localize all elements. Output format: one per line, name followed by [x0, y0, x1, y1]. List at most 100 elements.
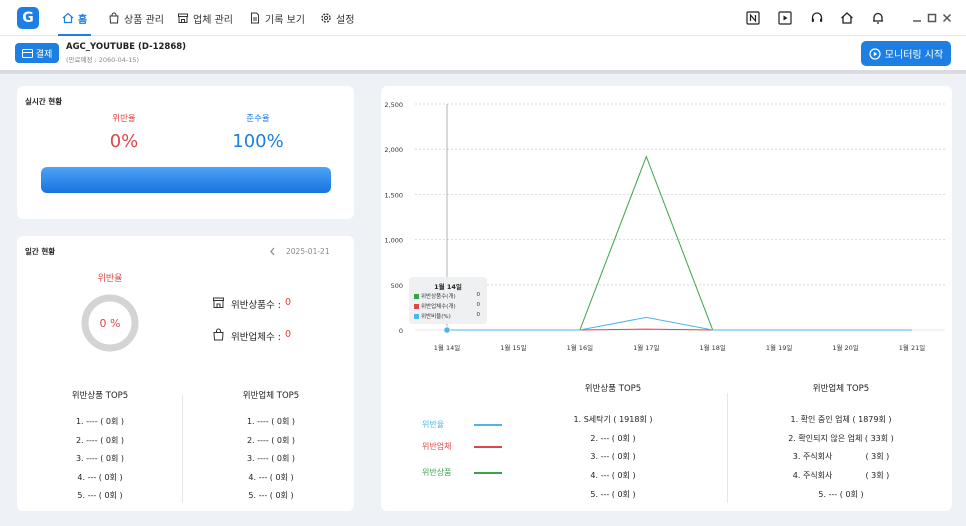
list-item: 1. 확인 중인 업체 ( 1879회 ) [790, 415, 892, 424]
legend-swatch [414, 304, 419, 309]
nav-settings[interactable]: 설정 [320, 0, 354, 36]
tooltip-row-value: 0 [476, 302, 481, 308]
home-icon [62, 12, 74, 24]
daily-top-products-title: 위반상품 TOP5 [71, 391, 129, 401]
pay-button[interactable]: 결제 [15, 43, 59, 63]
compliance-rate-value: 100% [232, 131, 284, 152]
divider [0, 70, 966, 74]
list-item: 3. --- ( 0회 ) [590, 452, 636, 461]
x-tick-label: 1월 19일 [766, 343, 792, 352]
list-item: 2. --- ( 0회 ) [590, 434, 636, 443]
x-tick-label: 1월 17일 [633, 343, 659, 352]
card-icon [21, 48, 33, 58]
gear-icon [321, 13, 331, 23]
youtube-icon[interactable] [778, 11, 792, 25]
tooltip-row: 위반상품수(개) 0 [414, 292, 484, 300]
store-icon [178, 13, 188, 23]
list-item: 4. --- ( 0회 ) [248, 473, 294, 482]
series-line [447, 316, 912, 331]
legend-label: 위반업체 [422, 442, 452, 451]
tooltip-row-label: 위반상품수(개) [421, 294, 456, 300]
y-tick-label: 1,500 [384, 191, 403, 199]
y-tick-label: 0 [399, 327, 403, 335]
list-item: 2. 확인되지 않은 업체 ( 33회 ) [788, 434, 894, 443]
realtime-card [17, 86, 354, 219]
violation-vendor-count-label: 위반업체수 : [231, 332, 281, 343]
close-icon[interactable] [940, 11, 954, 25]
nav-products[interactable]: 상품 관리 [108, 0, 164, 36]
maximize-icon[interactable] [925, 11, 939, 25]
series-line [447, 155, 912, 331]
tooltip-row-label: 위반업체수(개) [421, 304, 456, 310]
hover-point [443, 326, 451, 334]
x-tick-label: 1월 21일 [899, 343, 925, 352]
x-tick-label: 1월 14일 [434, 343, 460, 352]
tooltip-row-value: 0 [476, 292, 481, 298]
daily-rate-label: 위반율 [97, 274, 123, 284]
tooltip-row: 위반비율(%) 0 [414, 312, 484, 320]
minimize-icon[interactable] [910, 11, 924, 25]
legend-label: 위반상품 [422, 468, 452, 477]
account-bar: 결제 AGC_YOUTUBE (D-12868) (만료예정 : 2060-04… [0, 36, 966, 70]
y-tick-label: 2,500 [384, 101, 403, 109]
nav-label: 기록 보기 [265, 14, 305, 26]
violation-product-count-label: 위반상품수 : [231, 300, 281, 311]
bag-icon [213, 328, 224, 341]
list-item: 5. --- ( 0회 ) [248, 491, 294, 500]
nav-home[interactable]: 홈 [57, 0, 92, 36]
daily-title: 일간 현황 [25, 247, 56, 256]
bell-icon[interactable] [871, 11, 885, 25]
compliance-rate-label: 준수율 [246, 114, 270, 124]
start-monitoring-button[interactable]: 모니터링 시작 [861, 41, 951, 66]
monitor-label: 모니터링 시작 [884, 50, 944, 61]
home-icon[interactable] [840, 11, 854, 25]
y-tick-label: 2,000 [384, 146, 403, 154]
legend-line [474, 424, 502, 426]
tooltip-row-label: 위반비율(%) [421, 314, 451, 320]
x-tick-label: 1월 20일 [832, 343, 858, 352]
store-icon [213, 297, 224, 308]
list-item: 5. --- ( 0회 ) [77, 491, 123, 500]
realtime-title: 실시간 현황 [25, 97, 63, 106]
daily-rate-value: 0 % [99, 317, 121, 330]
nav-label: 설정 [336, 14, 355, 26]
compliance-progress-bar [41, 167, 331, 193]
naver-icon[interactable] [746, 11, 760, 25]
x-tick-label: 1월 16일 [567, 343, 593, 352]
headset-icon[interactable] [810, 11, 824, 25]
list-item: 3. 주식회사 ( 3회 ) [792, 452, 890, 461]
chevron-left-icon[interactable] [269, 247, 276, 256]
nav-label: 상품 관리 [124, 14, 164, 26]
list-item: 3. ---- ( 0회 ) [246, 454, 296, 463]
list-item: 2. ---- ( 0회 ) [246, 436, 296, 445]
x-tick-label: 1월 18일 [699, 343, 725, 352]
y-tick-label: 1,000 [384, 237, 403, 245]
legend-swatch [414, 314, 419, 319]
daily-date: 2025-01-21 [286, 247, 330, 256]
tooltip-row-value: 0 [476, 312, 481, 318]
tooltip-row: 위반업체수(개) 0 [414, 302, 484, 310]
nav-label: 업체 관리 [193, 14, 233, 26]
pay-label: 결제 [35, 49, 53, 60]
nav-history[interactable]: 기록 보기 [249, 0, 305, 36]
account-name: AGC_YOUTUBE (D-12868) [66, 42, 187, 52]
top-vendors-title: 위반업체 TOP5 [812, 384, 870, 394]
top-products-title: 위반상품 TOP5 [584, 384, 642, 394]
list-item: 4. 주식회사 ( 3회 ) [792, 471, 890, 480]
violation-product-count-value: 0 [285, 297, 292, 308]
nav-label: 홈 [78, 14, 88, 26]
document-icon [251, 12, 259, 24]
app-logo[interactable]: G [17, 7, 39, 29]
list-item: 5. --- ( 0회 ) [818, 490, 864, 499]
list-item: 4. --- ( 0회 ) [590, 471, 636, 480]
list-item: 1. ---- ( 0회 ) [75, 417, 125, 426]
nav-vendors[interactable]: 업체 관리 [177, 0, 233, 36]
violation-vendor-count-value: 0 [285, 329, 292, 340]
tooltip-title: 1월 14일 [434, 283, 462, 291]
divider [182, 395, 183, 503]
list-item: 1. S세탁기 ( 1918회 ) [573, 415, 653, 424]
list-item: 3. ---- ( 0회 ) [75, 454, 125, 463]
violation-rate-value: 0% [109, 131, 139, 152]
list-item: 4. --- ( 0회 ) [77, 473, 123, 482]
daily-card [17, 236, 354, 511]
